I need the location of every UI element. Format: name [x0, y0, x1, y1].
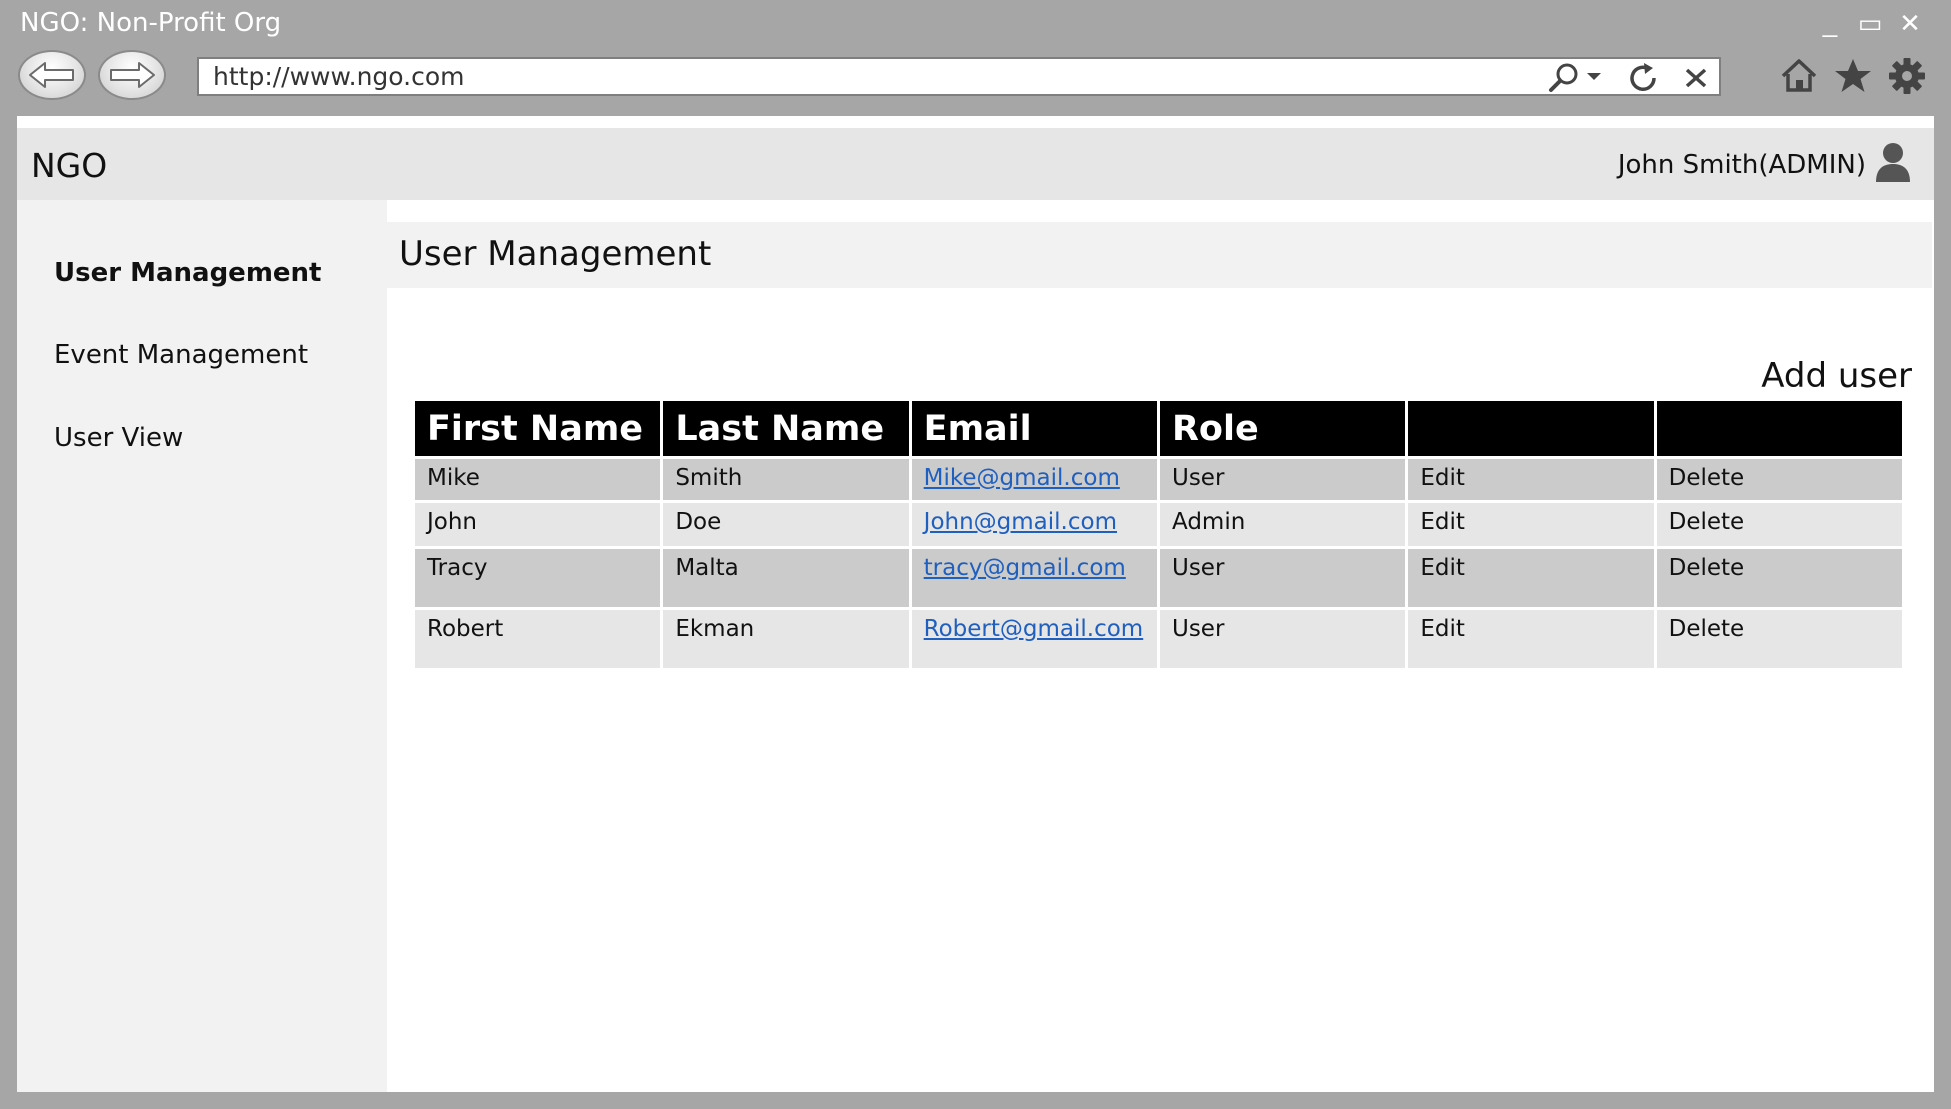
delete-button[interactable]: Delete: [1656, 459, 1902, 500]
email-cell: John@gmail.com: [911, 503, 1157, 546]
page-title: User Management: [399, 234, 712, 274]
edit-button[interactable]: Edit: [1408, 549, 1654, 607]
table-header-row: First Name Last Name Email Role: [415, 401, 1902, 456]
delete-button[interactable]: Delete: [1656, 610, 1902, 668]
back-button[interactable]: [18, 50, 86, 100]
edit-button[interactable]: Edit: [1408, 503, 1654, 546]
email-cell: Mike@gmail.com: [911, 459, 1157, 500]
first-name-cell: Robert: [415, 610, 661, 668]
role-cell: Admin: [1159, 503, 1406, 546]
email-link[interactable]: John@gmail.com: [924, 509, 1117, 535]
maximize-button[interactable]: ▭: [1857, 8, 1883, 38]
first-name-cell: Mike: [415, 459, 661, 500]
page-content: NGO John Smith(ADMIN) User Management Ev…: [17, 116, 1934, 1092]
sidebar-item-user-management[interactable]: User Management: [54, 258, 321, 288]
email-link[interactable]: Mike@gmail.com: [924, 465, 1120, 491]
forward-arrow-icon: [110, 62, 155, 88]
address-bar-icons: [1545, 62, 1709, 94]
user-avatar-icon: [1874, 142, 1912, 187]
browser-toolbar: [1779, 56, 1927, 96]
app-header: NGO John Smith(ADMIN): [17, 128, 1934, 200]
sidebar: User Management Event Management User Vi…: [17, 200, 387, 1092]
back-arrow-icon: [29, 62, 74, 88]
email-link[interactable]: tracy@gmail.com: [924, 555, 1126, 581]
edit-button[interactable]: Edit: [1408, 610, 1654, 668]
url-text[interactable]: http://www.ngo.com: [213, 62, 465, 91]
role-cell: User: [1159, 610, 1406, 668]
user-menu[interactable]: John Smith(ADMIN): [1618, 142, 1912, 187]
table-row: Mike Smith Mike@gmail.com User Edit Dele…: [415, 459, 1902, 500]
email-link[interactable]: Robert@gmail.com: [924, 616, 1144, 642]
column-header-delete: [1656, 401, 1902, 456]
column-header-edit: [1408, 401, 1654, 456]
sidebar-item-user-view[interactable]: User View: [54, 423, 183, 453]
users-table: First Name Last Name Email Role Mike Smi…: [412, 398, 1905, 671]
delete-button[interactable]: Delete: [1656, 549, 1902, 607]
address-bar[interactable]: http://www.ngo.com: [197, 57, 1721, 96]
search-icon[interactable]: [1545, 62, 1605, 94]
last-name-cell: Doe: [663, 503, 909, 546]
first-name-cell: John: [415, 503, 661, 546]
minimize-button[interactable]: _: [1817, 8, 1843, 38]
close-window-button[interactable]: ✕: [1897, 8, 1923, 38]
column-header-role[interactable]: Role: [1159, 401, 1406, 456]
edit-button[interactable]: Edit: [1408, 459, 1654, 500]
home-icon[interactable]: [1779, 56, 1819, 96]
first-name-cell: Tracy: [415, 549, 661, 607]
section-header: User Management: [387, 222, 1932, 288]
role-cell: User: [1159, 549, 1406, 607]
email-cell: tracy@gmail.com: [911, 549, 1157, 607]
brand-logo[interactable]: NGO: [31, 146, 107, 185]
sidebar-item-event-management[interactable]: Event Management: [54, 340, 308, 370]
last-name-cell: Smith: [663, 459, 909, 500]
close-icon[interactable]: [1683, 62, 1709, 94]
table-row: John Doe John@gmail.com Admin Edit Delet…: [415, 503, 1902, 546]
star-icon[interactable]: [1833, 56, 1873, 96]
email-cell: Robert@gmail.com: [911, 610, 1157, 668]
window-title: NGO: Non-Profit Org: [20, 8, 282, 38]
add-user-button[interactable]: Add user: [1761, 356, 1912, 396]
table-row: Tracy Malta tracy@gmail.com User Edit De…: [415, 549, 1902, 607]
column-header-first-name[interactable]: First Name: [415, 401, 661, 456]
delete-button[interactable]: Delete: [1656, 503, 1902, 546]
gear-icon[interactable]: [1887, 56, 1927, 96]
window-controls: _ ▭ ✕: [1817, 8, 1923, 38]
last-name-cell: Malta: [663, 549, 909, 607]
forward-button[interactable]: [98, 50, 166, 100]
refresh-icon[interactable]: [1627, 62, 1661, 94]
last-name-cell: Ekman: [663, 610, 909, 668]
column-header-last-name[interactable]: Last Name: [663, 401, 909, 456]
user-name: John Smith(ADMIN): [1617, 149, 1866, 180]
table-row: Robert Ekman Robert@gmail.com User Edit …: [415, 610, 1902, 668]
column-header-email[interactable]: Email: [911, 401, 1157, 456]
role-cell: User: [1159, 459, 1406, 500]
